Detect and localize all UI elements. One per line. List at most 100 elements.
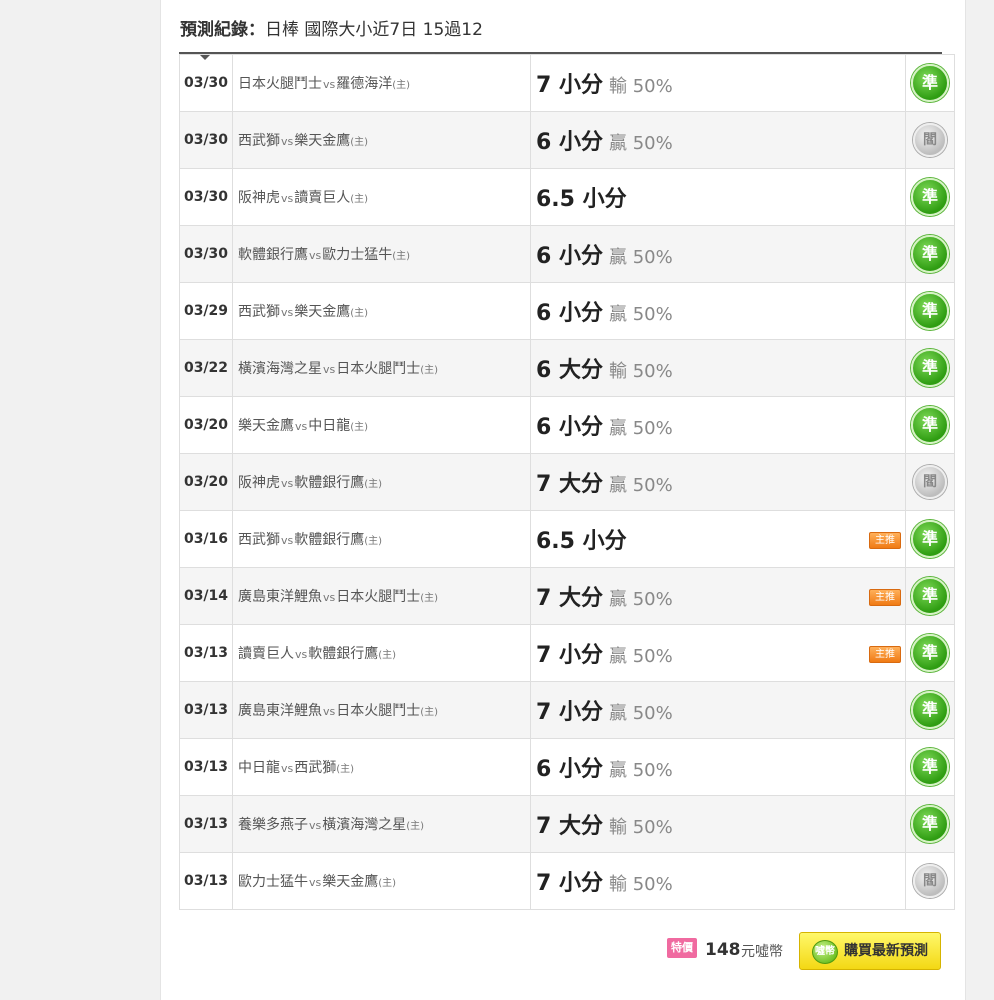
table-row: 03/29 西武獅vs樂天金鷹(主) 6 小分贏 50% 準 (179, 282, 955, 340)
hit-stamp-icon: 準 (911, 805, 949, 843)
vs-label: vs (281, 534, 294, 547)
pick-value: 7 小分 (536, 73, 603, 98)
home-tag: (主) (392, 251, 411, 262)
record-status: 準 (905, 795, 955, 853)
table-row: 03/16 西武獅vs軟體銀行鷹(主) 6.5 小分 主推準 (179, 510, 955, 568)
record-date: 03/13 (179, 681, 233, 739)
home-tag: (主) (406, 821, 425, 832)
pick-value: 7 大分 (536, 586, 603, 611)
record-matchup: 西武獅vs軟體銀行鷹(主) (232, 510, 531, 568)
record-date: 03/30 (179, 54, 233, 112)
away-team: 西武獅 (238, 133, 280, 149)
prediction-records-table: 03/30 日本火腿鬥士vs羅德海洋(主) 7 小分輸 50% 準 03/30 西武獅vs… (179, 54, 955, 910)
push-stamp-icon: 閻 (913, 465, 947, 499)
pick-value: 7 大分 (536, 472, 603, 497)
away-team: 讀賣巨人 (238, 646, 294, 662)
hit-stamp-icon: 準 (911, 691, 949, 729)
home-team: 日本火腿鬥士 (336, 361, 421, 377)
vs-label: vs (281, 192, 294, 205)
record-header: 預測紀錄：日棒 國際大小近7日 15過12 (180, 16, 483, 44)
record-header-separator: ： (248, 20, 265, 40)
record-pick: 7 大分贏 50% (530, 453, 906, 511)
record-pick: 7 小分輸 50% (530, 852, 906, 910)
home-tag: (主) (378, 878, 397, 889)
pick-value: 6 小分 (536, 130, 603, 155)
record-matchup: 廣島東洋鯉魚vs日本火腿鬥士(主) (232, 681, 531, 739)
pick-result: 贏 50% (608, 646, 673, 667)
vs-label: vs (281, 477, 294, 490)
record-date: 03/29 (179, 282, 233, 340)
home-team: 樂天金鷹 (294, 133, 351, 149)
record-matchup: 歐力士猛牛vs樂天金鷹(主) (232, 852, 531, 910)
pick-result: 贏 50% (608, 703, 673, 724)
vs-label: vs (295, 648, 308, 661)
pick-value: 7 小分 (536, 871, 603, 896)
hit-stamp-icon: 準 (911, 292, 949, 330)
home-tag: (主) (420, 365, 439, 376)
record-matchup: 讀賣巨人vs軟體銀行鷹(主) (232, 624, 531, 682)
hit-stamp-icon: 準 (911, 577, 949, 615)
record-status: 閻 (905, 111, 955, 169)
vs-label: vs (281, 306, 294, 319)
home-team: 軟體銀行鷹 (308, 646, 379, 662)
buy-button-label: 購買最新預測 (844, 943, 928, 959)
record-matchup: 中日龍vs西武獅(主) (232, 738, 531, 796)
vs-label: vs (281, 762, 294, 775)
record-pick: 6 小分贏 50% (530, 282, 906, 340)
home-tag: (主) (350, 137, 369, 148)
pick-result: 輸 50% (608, 76, 673, 97)
home-tag: (主) (350, 308, 369, 319)
hit-stamp-icon: 準 (911, 748, 949, 786)
vs-label: vs (323, 363, 336, 376)
home-team: 軟體銀行鷹 (294, 532, 365, 548)
away-team: 廣島東洋鯉魚 (238, 703, 322, 719)
hit-stamp-icon: 準 (911, 64, 949, 102)
home-team: 歐力士猛牛 (322, 247, 393, 263)
record-date: 03/30 (179, 225, 233, 283)
pick-result: 輸 50% (608, 874, 673, 895)
record-matchup: 阪神虎vs讀賣巨人(主) (232, 168, 531, 226)
record-status: 準 (905, 624, 955, 682)
table-row: 03/13 歐力士猛牛vs樂天金鷹(主) 7 小分輸 50% 閻 (179, 852, 955, 910)
away-team: 阪神虎 (238, 475, 280, 491)
record-date: 03/16 (179, 510, 233, 568)
home-team: 中日龍 (308, 418, 351, 434)
away-team: 樂天金鷹 (238, 418, 294, 434)
record-date: 03/13 (179, 795, 233, 853)
vs-label: vs (281, 135, 294, 148)
hit-stamp-icon: 準 (911, 520, 949, 558)
pick-value: 6 小分 (536, 301, 603, 326)
record-pick: 6 小分贏 50% (530, 396, 906, 454)
away-team: 軟體銀行鷹 (238, 247, 308, 263)
home-team: 羅德海洋 (336, 76, 393, 92)
push-stamp-icon: 閻 (913, 123, 947, 157)
record-pick: 7 大分輸 50% (530, 795, 906, 853)
record-pick: 7 大分贏 50% 主推 (530, 567, 906, 625)
record-status: 準 (905, 738, 955, 796)
home-team: 樂天金鷹 (294, 304, 351, 320)
record-matchup: 廣島東洋鯉魚vs日本火腿鬥士(主) (232, 567, 531, 625)
table-row: 03/13 讀賣巨人vs軟體銀行鷹(主) 7 小分贏 50% 主推準 (179, 624, 955, 682)
pick-value: 7 小分 (536, 700, 603, 725)
table-row: 03/20 阪神虎vs軟體銀行鷹(主) 7 大分贏 50% 閻 (179, 453, 955, 511)
away-team: 橫濱海灣之星 (238, 361, 322, 377)
host-pick-badge: 主推 (869, 646, 901, 663)
away-team: 養樂多燕子 (238, 817, 308, 833)
buy-latest-prediction-button[interactable]: 噓幣 購買最新預測 (799, 932, 941, 970)
home-team: 日本火腿鬥士 (336, 589, 421, 605)
record-date: 03/13 (179, 738, 233, 796)
record-date: 03/30 (179, 111, 233, 169)
hit-stamp-icon: 準 (911, 634, 949, 672)
record-status: 準 (905, 339, 955, 397)
record-status: 準 (905, 225, 955, 283)
record-status: 準 (905, 54, 955, 112)
home-tag: (主) (420, 707, 439, 718)
home-tag: (主) (378, 650, 397, 661)
vs-label: vs (309, 819, 322, 832)
vs-label: vs (323, 591, 336, 604)
home-tag: (主) (364, 479, 383, 490)
home-tag: (主) (364, 536, 383, 547)
pick-value: 7 大分 (536, 814, 603, 839)
vs-label: vs (309, 876, 322, 889)
record-matchup: 阪神虎vs軟體銀行鷹(主) (232, 453, 531, 511)
